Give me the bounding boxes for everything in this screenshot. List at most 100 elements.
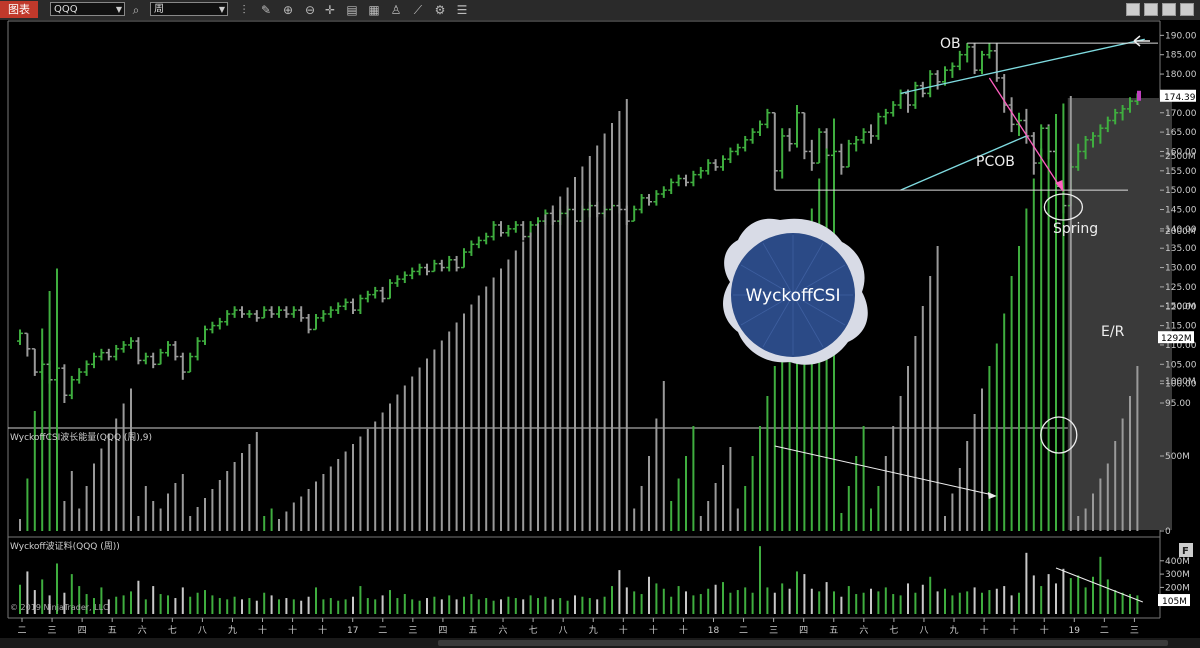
- instrument-selector[interactable]: QQQ ▼: [50, 2, 125, 16]
- toolbar: 图表 QQQ ▼ ⌕ 周 ▼ ⫶ ✎ ⊕ ⊖ ✛ ▤ ▦ ♙ ⟋ ⚙ ☰: [0, 0, 1200, 21]
- time-tick-label: 十: [619, 624, 628, 636]
- maximize-button[interactable]: [1144, 3, 1158, 16]
- wave-tick-label: 1000M: [1165, 377, 1196, 387]
- time-tick-label: 二: [17, 626, 26, 636]
- panel-f-label: F: [1182, 546, 1189, 557]
- time-tick-label: 七: [889, 625, 898, 636]
- time-tick-label: 七: [529, 625, 538, 636]
- volume-panel-title: Wyckoff波证料(QQQ (周)): [10, 540, 120, 552]
- minimize-button[interactable]: [1126, 3, 1140, 16]
- time-tick-label: 八: [919, 626, 928, 636]
- scrollbar-thumb[interactable]: [438, 640, 1168, 646]
- pcob-label: PCOB: [976, 154, 1015, 170]
- chevron-down-icon: ▼: [218, 5, 225, 14]
- price-tick-label: 125.00: [1165, 283, 1197, 293]
- time-tick-label: 十: [1040, 624, 1049, 636]
- strategy-icon[interactable]: ♙: [388, 2, 404, 18]
- time-tick-label: 五: [468, 626, 477, 636]
- price-tick-label: 95.00: [1165, 399, 1191, 409]
- spring-label: Spring: [1053, 221, 1098, 237]
- time-tick-label: 三: [408, 626, 417, 636]
- price-tick-label: 170.00: [1165, 109, 1197, 119]
- price-tick-label: 165.00: [1165, 128, 1197, 138]
- price-tick-label: 135.00: [1165, 244, 1197, 254]
- time-tick-label: 三: [1130, 626, 1139, 636]
- zoom-in-icon[interactable]: ⊕: [280, 2, 296, 18]
- wave-last-label: 1292M: [1161, 334, 1192, 344]
- pencil-icon[interactable]: ✎: [258, 2, 274, 18]
- time-tick-label: 八: [559, 626, 568, 636]
- properties-icon[interactable]: ⚙: [432, 2, 448, 18]
- price-tick-label: 150.00: [1165, 186, 1197, 196]
- time-tick-label: 十: [258, 624, 267, 636]
- wave-tick-label: 500M: [1165, 452, 1190, 462]
- price-tick-label: 105.00: [1165, 360, 1197, 370]
- time-tick-label: 四: [438, 626, 447, 636]
- time-tick-label: 九: [228, 625, 237, 636]
- volume-last-label: 105M: [1162, 597, 1187, 607]
- crosshair-icon[interactable]: ✛: [322, 2, 338, 18]
- wave-tick-label: 0: [1165, 527, 1171, 537]
- wave-panel-title: WyckoffCSI波长能量(QQQ (周),9): [10, 431, 152, 443]
- period-value: 周: [154, 4, 164, 15]
- er-shaded-region: [1067, 98, 1172, 530]
- time-tick-label: 七: [168, 625, 177, 636]
- instrument-value: QQQ: [54, 4, 78, 15]
- last-bar-marker: [1137, 90, 1141, 101]
- indicator-icon[interactable]: ▦: [366, 2, 382, 18]
- volume-tick-label: 200M: [1165, 583, 1190, 593]
- time-tick-label: 四: [78, 626, 87, 636]
- price-tick-label: 130.00: [1165, 264, 1197, 274]
- price-tick-label: 145.00: [1165, 206, 1197, 216]
- wave-tick-label: 2000M: [1165, 227, 1196, 237]
- ob-label: OB: [940, 36, 961, 52]
- er-shade-rect: [1067, 98, 1172, 530]
- time-tick-label: 六: [499, 624, 508, 636]
- bars-icon[interactable]: ⫶: [236, 2, 252, 18]
- price-tick-label: 155.00: [1165, 167, 1197, 177]
- last-price-label: 174.39: [1164, 93, 1196, 103]
- template-icon[interactable]: ▤: [344, 2, 360, 18]
- time-tick-label: 六: [138, 624, 147, 636]
- logo-text: WyckoffCSI: [746, 286, 841, 306]
- time-tick-label: 17: [347, 626, 358, 636]
- price-tick-label: 190.00: [1165, 31, 1197, 41]
- time-tick-label: 十: [679, 624, 688, 636]
- list-icon[interactable]: ☰: [454, 2, 470, 18]
- window-title[interactable]: 图表: [0, 1, 38, 18]
- copyright-text: © 2019 NinjaTrader, LLC: [10, 603, 109, 612]
- wave-tick-label: 2500M: [1165, 152, 1196, 162]
- restore-button[interactable]: [1162, 3, 1176, 16]
- time-tick-label: 三: [48, 626, 57, 636]
- price-tick-label: 180.00: [1165, 70, 1197, 80]
- volume-tick-label: 300M: [1165, 570, 1190, 580]
- close-button[interactable]: [1180, 3, 1194, 16]
- time-tick-label: 三: [769, 626, 778, 636]
- time-tick-label: 四: [799, 626, 808, 636]
- time-tick-label: 六: [859, 624, 868, 636]
- wave-tick-label: 1500M: [1165, 302, 1196, 312]
- time-tick-label: 18: [708, 626, 720, 636]
- chart-area[interactable]: 95.00100.00105.00110.00115.00120.00125.0…: [0, 20, 1200, 638]
- time-tick-label: 十: [649, 624, 658, 636]
- price-tick-label: 185.00: [1165, 51, 1197, 61]
- search-icon[interactable]: ⌕: [128, 2, 144, 18]
- chart-window: 图表 QQQ ▼ ⌕ 周 ▼ ⫶ ✎ ⊕ ⊖ ✛ ▤ ▦ ♙ ⟋ ⚙ ☰ 95.…: [0, 0, 1200, 648]
- time-tick-label: 十: [1010, 624, 1019, 636]
- time-tick-label: 五: [829, 626, 838, 636]
- time-tick-label: 二: [1100, 626, 1109, 636]
- time-tick-label: 八: [198, 626, 207, 636]
- er-label: E/R: [1101, 324, 1125, 340]
- zoom-out-icon[interactable]: ⊖: [302, 2, 318, 18]
- drawing-icon[interactable]: ⟋: [410, 2, 426, 18]
- time-tick-label: 十: [980, 624, 989, 636]
- time-tick-label: 19: [1069, 626, 1081, 636]
- chevron-down-icon: ▼: [115, 5, 122, 14]
- price-tick-label: 115.00: [1165, 322, 1197, 332]
- time-tick-label: 二: [739, 626, 748, 636]
- time-tick-label: 十: [288, 624, 297, 636]
- time-tick-label: 二: [378, 626, 387, 636]
- time-tick-label: 九: [950, 625, 959, 636]
- period-selector[interactable]: 周 ▼: [150, 2, 228, 16]
- volume-tick-label: 400M: [1165, 557, 1190, 567]
